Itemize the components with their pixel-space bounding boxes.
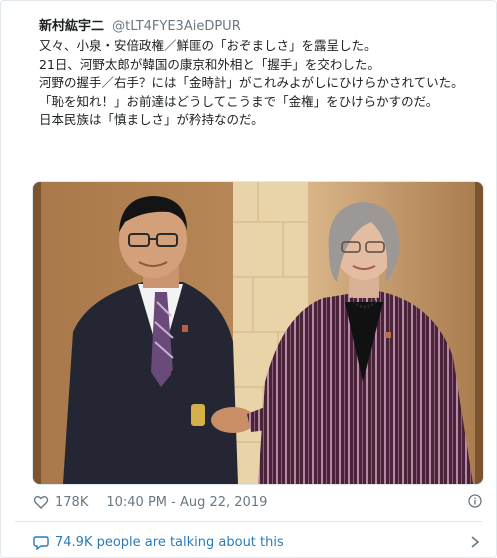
- tweet-line: 「恥を知れ！」お前達はどうしてこうまで「金権」をひけらかすのだ。: [39, 93, 439, 109]
- user-handle[interactable]: @tLT4FYE3AieDPUR: [112, 19, 241, 34]
- speech-bubble-icon: [33, 536, 49, 550]
- heart-icon[interactable]: [33, 494, 49, 510]
- tweet-line: 河野の握手／右手？には「金時計」がこれみよがしにひけらかされていた。: [39, 75, 464, 90]
- tweet-line: 又々、小泉・安倍政権／鮮匪の「おぞましさ」を露呈した。: [39, 38, 377, 53]
- chevron-right-icon[interactable]: [470, 535, 480, 549]
- divider: [15, 521, 482, 522]
- talking-about-text[interactable]: 74.9K people are talking about this: [55, 535, 284, 550]
- tweet-text: 又々、小泉・安倍政権／鮮匪の「おぞましさ」を露呈した。 21日、河野太郎が韓国の…: [39, 37, 479, 130]
- tweet-photo[interactable]: [32, 181, 484, 485]
- tweet-card: 新村紘宇二 @tLT4FYE3AieDPUR 又々、小泉・安倍政権／鮮匪の「おぞ…: [0, 0, 497, 558]
- timestamp[interactable]: 10:40 PM - Aug 22, 2019: [106, 495, 267, 510]
- like-count[interactable]: 178K: [55, 495, 88, 510]
- display-name[interactable]: 新村紘宇二: [39, 19, 104, 34]
- tweet-line: 日本民族は「慎ましさ」が矜持なのだ。: [39, 112, 264, 127]
- handshake-photo: [33, 182, 483, 484]
- tweet-line: 21日、河野太郎が韓国の康京和外相と「握手」を交わした。: [39, 56, 380, 72]
- tweet-meta: 178K 10:40 PM - Aug 22, 2019: [33, 492, 482, 512]
- tweet-header: 新村紘宇二 @tLT4FYE3AieDPUR: [39, 15, 241, 34]
- info-icon[interactable]: [468, 494, 482, 508]
- talking-about-link[interactable]: 74.9K people are talking about this: [33, 532, 482, 552]
